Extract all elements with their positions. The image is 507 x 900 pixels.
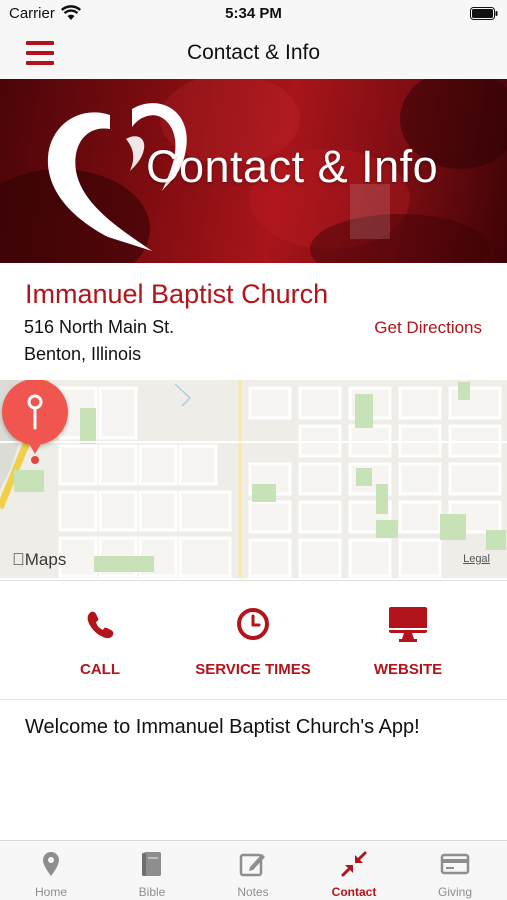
tab-bible-label: Bible [138,885,166,899]
welcome-message: Welcome to Immanuel Baptist Church's App… [25,716,420,738]
banner-title: Contact & Info [146,141,439,192]
contact-actions: CALL SERVICE TIMES WEBSITE [0,580,507,700]
location-map[interactable]: Maps Legal [0,380,507,578]
tab-home[interactable]: Home [1,849,101,900]
service-times-label: SERVICE TIMES [195,661,311,678]
website-label: WEBSITE [373,661,443,678]
arrows-compress-icon [341,851,367,877]
call-label: CALL [80,661,120,678]
tab-contact-label: Contact [331,885,377,899]
church-name: Immanuel Baptist Church [25,279,329,309]
book-icon [142,852,161,876]
tab-bible[interactable]: Bible [102,849,202,900]
map-marker-icon [43,852,59,876]
edit-note-icon [239,853,265,877]
map-legal-link[interactable]: Legal [463,553,490,565]
tab-home-label: Home [34,885,67,899]
monitor-icon [389,607,427,642]
status-bar: Carrier 5:34 PM [0,0,507,28]
website-button[interactable]: WEBSITE [333,605,483,685]
tab-giving[interactable]: Giving [405,849,505,900]
tab-giving-label: Giving [437,885,472,899]
battery-icon [470,7,498,20]
get-directions-link[interactable]: Get Directions [374,318,482,338]
phone-icon [87,611,114,639]
tab-bar: Home Bible Notes Contact Giving [0,840,507,900]
maps-attribution: Maps [12,550,66,570]
address-street: 516 North Main St. [24,317,175,337]
address-city: Benton, Illinois [24,344,142,364]
tab-contact[interactable]: Contact [304,849,404,900]
maps-attribution-text: Maps [12,550,67,569]
page-title: Contact & Info [186,41,321,64]
tab-notes[interactable]: Notes [203,849,303,900]
service-times-button[interactable]: SERVICE TIMES [178,605,328,685]
clock-icon [237,608,269,640]
status-time: 5:34 PM [225,5,282,22]
tab-notes-label: Notes [237,885,269,899]
credit-card-icon [440,853,470,875]
location-pin-icon[interactable] [0,380,70,466]
map-streets [0,380,507,578]
contact-banner: Contact & Info [0,79,507,263]
call-button[interactable]: CALL [25,605,175,685]
nav-bar: Contact & Info [0,28,507,79]
